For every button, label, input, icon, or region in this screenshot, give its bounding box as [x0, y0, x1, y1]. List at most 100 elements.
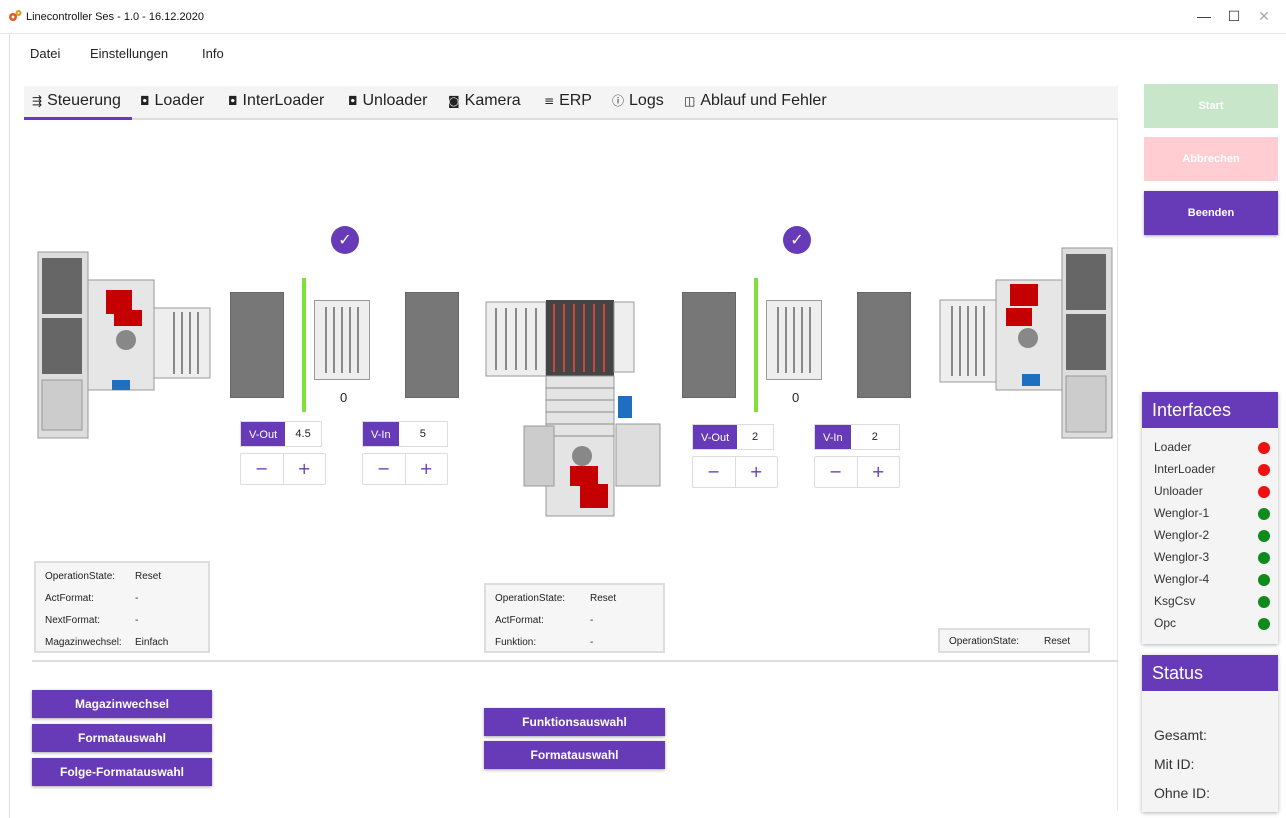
tab-label: ERP	[559, 92, 592, 109]
folge-formatauswahl-button[interactable]: Folge-Formatauswahl	[32, 758, 212, 786]
divider	[32, 660, 1118, 662]
status-dot-icon	[1258, 574, 1270, 586]
funktionsauswahl-button[interactable]: Funktionsauswahl	[484, 708, 665, 736]
interfaces-card: Interfaces Loader InterLoader Unloader W…	[1142, 392, 1278, 644]
decrement-button[interactable]: −	[815, 457, 858, 487]
tab-interloader[interactable]: ◘ InterLoader	[228, 92, 324, 110]
vout-label: V-Out	[241, 422, 286, 446]
interface-name: Opc	[1154, 616, 1177, 630]
database-icon: ≡	[544, 94, 555, 108]
status-title: Status	[1142, 655, 1278, 691]
control-panel: ✓ 0 V-Out 4.5 V-In 5 − + − + ✓ 0 V-Out 2…	[24, 120, 1118, 810]
interface-name: Wenglor-1	[1154, 506, 1210, 520]
buffer-slot-out	[682, 292, 736, 398]
interface-name: Unloader	[1154, 484, 1203, 498]
menu-bar: Datei Einstellungen Info	[0, 38, 1140, 68]
vin-label: V-In	[815, 425, 851, 449]
state-label: ActFormat:	[495, 615, 544, 626]
menu-info[interactable]: Info	[202, 46, 224, 61]
menu-einstellungen[interactable]: Einstellungen	[90, 46, 168, 61]
vout-label: V-Out	[693, 425, 738, 449]
increment-button[interactable]: +	[284, 454, 326, 484]
tab-logs[interactable]: ⓘ Logs	[612, 92, 664, 110]
state-value: -	[135, 615, 139, 626]
tab-label: Ablauf und Fehler	[700, 92, 827, 109]
state-label: Funktion:	[495, 637, 537, 648]
status-dot-icon	[1258, 596, 1270, 608]
tab-label: Kamera	[464, 92, 521, 109]
vin-field: V-In 2	[814, 424, 900, 450]
minimize-button[interactable]: —	[1192, 6, 1216, 26]
close-button[interactable]: ✕	[1252, 6, 1276, 26]
status-dot-icon	[1258, 530, 1270, 542]
interface-name: Wenglor-2	[1154, 528, 1210, 542]
decrement-button[interactable]: −	[363, 454, 406, 484]
tab-label: Logs	[629, 92, 664, 109]
info-icon: ⓘ	[612, 94, 625, 108]
state-label: OperationState:	[949, 636, 1020, 647]
tab-loader[interactable]: ◘ Loader	[140, 92, 204, 110]
chip-icon: ◘	[140, 94, 150, 108]
loader-machine-graphic	[37, 251, 211, 439]
buffer-slot-out	[230, 292, 284, 398]
magazinwechsel-button[interactable]: Magazinwechsel	[32, 690, 212, 718]
left-frame	[0, 34, 10, 818]
unloader-machine-graphic	[939, 247, 1113, 439]
maximize-button[interactable]: ☐	[1222, 6, 1246, 26]
tab-erp[interactable]: ≡ ERP	[544, 92, 592, 110]
state-label: Magazinwechsel:	[45, 637, 122, 648]
status-card: Status Gesamt: Mit ID: Ohne ID:	[1142, 655, 1278, 812]
buffer-count: 0	[340, 390, 348, 405]
interface-name: InterLoader	[1154, 462, 1216, 476]
state-label: NextFormat:	[45, 615, 101, 626]
status-dot-icon	[1258, 464, 1270, 476]
tab-ablauf-und-fehler[interactable]: ◫ Ablauf und Fehler	[684, 92, 827, 110]
decrement-button[interactable]: −	[241, 454, 284, 484]
increment-button[interactable]: +	[736, 457, 778, 487]
tab-bar: ⇶ Steuerung ◘ Loader ◘ InterLoader ◘ Unloade…	[24, 86, 1118, 120]
tab-label: Unloader	[362, 92, 428, 109]
check-circle-icon: ✓	[783, 226, 811, 254]
increment-button[interactable]: +	[406, 454, 448, 484]
camera-icon: ◙	[448, 94, 460, 108]
state-value: -	[135, 593, 139, 604]
vin-stepper: − +	[814, 456, 900, 488]
interface-name: KsgCsv	[1154, 594, 1196, 608]
start-button[interactable]: Start	[1144, 84, 1278, 128]
vout-stepper: − +	[692, 456, 778, 488]
state-label: OperationState:	[495, 593, 566, 604]
tab-label: InterLoader	[242, 92, 325, 109]
state-value: Reset	[1044, 636, 1071, 647]
interfaces-title: Interfaces	[1142, 392, 1278, 428]
quit-button[interactable]: Beenden	[1144, 191, 1278, 235]
decrement-button[interactable]: −	[693, 457, 736, 487]
interface-name: Wenglor-3	[1154, 550, 1210, 564]
tab-kamera[interactable]: ◙ Kamera	[448, 92, 521, 110]
vin-value: 5	[419, 428, 426, 440]
increment-button[interactable]: +	[858, 457, 900, 487]
vout-field: V-Out 4.5	[240, 421, 322, 447]
buffer-slot-in	[857, 292, 911, 398]
status-dot-icon	[1258, 618, 1270, 630]
buffer-conveyor	[314, 300, 370, 380]
interloader-state-panel: OperationState: Reset ActFormat: - Funkt…	[484, 583, 665, 653]
menu-datei[interactable]: Datei	[30, 46, 60, 61]
formatauswahl-button[interactable]: Formatauswahl	[32, 724, 212, 752]
state-value: -	[590, 637, 594, 648]
tab-label: Loader	[154, 92, 205, 109]
state-value: -	[590, 615, 594, 626]
status-mit-id-label: Mit ID:	[1154, 756, 1195, 772]
status-dot-icon	[1258, 508, 1270, 520]
tab-steuerung[interactable]: ⇶ Steuerung	[32, 92, 121, 110]
buffer-conveyor	[766, 300, 822, 380]
state-value: Einfach	[135, 637, 169, 648]
chip-icon: ◘	[228, 94, 238, 108]
interloader-formatauswahl-button[interactable]: Formatauswahl	[484, 741, 665, 769]
light-barrier	[754, 278, 758, 412]
status-ohne-id-label: Ohne ID:	[1154, 785, 1211, 801]
state-value: Reset	[135, 571, 162, 582]
cancel-button[interactable]: Abbrechen	[1144, 137, 1278, 181]
check-circle-icon: ✓	[331, 226, 359, 254]
tab-unloader[interactable]: ◘ Unloader	[348, 92, 427, 110]
interface-name: Loader	[1154, 440, 1192, 454]
